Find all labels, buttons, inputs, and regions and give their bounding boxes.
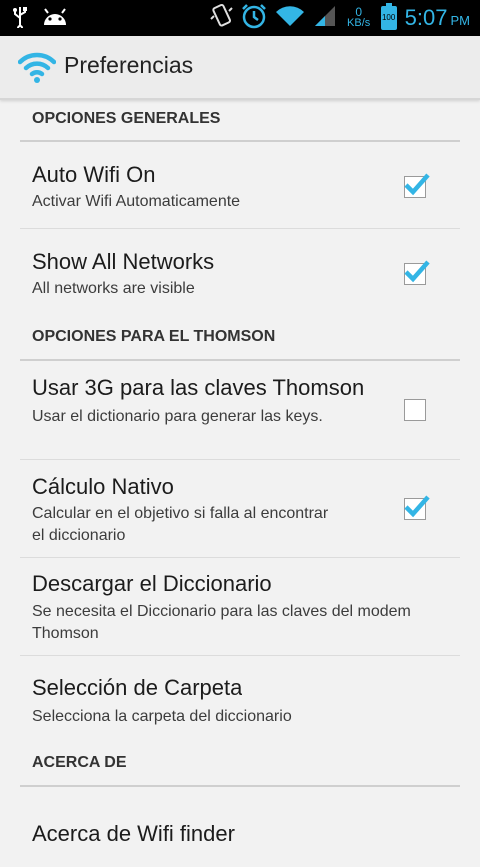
pref-calculo-nativo[interactable]: Cálculo Nativo Calcular en el objetivo s… <box>20 460 460 558</box>
category-opciones-generales: OPCIONES GENERALES <box>20 100 460 142</box>
pref-title: Show All Networks <box>32 249 215 274</box>
auto-wifi-checkbox[interactable] <box>404 173 430 198</box>
check-icon <box>404 260 430 283</box>
net-speed-unit: KB/s <box>347 17 371 29</box>
page-title: Preferencias <box>64 52 194 78</box>
preference-list: OPCIONES GENERALES Auto Wifi On Activar … <box>0 100 480 867</box>
status-time: 5:07 PM <box>405 5 470 31</box>
android-icon <box>42 7 68 32</box>
category-label: OPCIONES GENERALES <box>32 110 221 127</box>
status-time-value: 5:07 <box>404 5 448 30</box>
category-label: ACERCA DE <box>32 754 127 771</box>
status-time-ampm: PM <box>450 13 471 28</box>
pref-summary: Activar Wifi Automaticamente <box>32 193 241 210</box>
vibrate-icon <box>209 3 233 34</box>
net-speed: 0 KB/s <box>345 6 373 29</box>
usb-icon <box>12 6 28 33</box>
pref-usar-3g[interactable]: Usar 3G para las claves Thomson Usar el … <box>20 361 460 460</box>
status-bar: 0 KB/s 100 5:07 PM <box>0 0 480 36</box>
pref-acerca-wifi-finder[interactable]: Acerca de Wifi finder <box>20 787 460 867</box>
check-icon <box>404 173 430 196</box>
pref-title: Descargar el Diccionario <box>32 571 272 596</box>
wifi-icon <box>275 4 305 33</box>
pref-title: Selección de Carpeta <box>32 675 243 700</box>
pref-summary: Calcular en el objetivo si falla al enco… <box>32 505 329 544</box>
category-opciones-thomson: OPCIONES PARA EL THOMSON <box>20 316 460 361</box>
pref-descargar-diccionario[interactable]: Descargar el Diccionario Se necesita el … <box>20 558 460 656</box>
category-acerca-de: ACERCA DE <box>20 742 460 787</box>
wifi-app-icon[interactable] <box>17 50 57 84</box>
pref-summary: Usar el dictionario para generar las key… <box>32 408 323 425</box>
pref-summary: Selecciona la carpeta del diccionario <box>32 708 292 725</box>
calculo-nativo-checkbox[interactable] <box>404 495 430 520</box>
pref-auto-wifi[interactable]: Auto Wifi On Activar Wifi Automaticament… <box>20 142 460 229</box>
pref-title: Usar 3G para las claves Thomson <box>32 375 365 400</box>
usar-3g-checkbox[interactable] <box>404 399 426 421</box>
pref-title: Cálculo Nativo <box>32 474 174 499</box>
pref-summary: Se necesita el Diccionario para las clav… <box>32 603 411 642</box>
show-all-networks-checkbox[interactable] <box>404 260 430 285</box>
action-bar: Preferencias <box>0 36 480 100</box>
battery-icon: 100 <box>380 3 397 30</box>
category-label: OPCIONES PARA EL THOMSON <box>32 328 276 345</box>
pref-summary: All networks are visible <box>32 280 195 297</box>
pref-title: Auto Wifi On <box>32 162 156 187</box>
signal-icon <box>313 4 337 33</box>
pref-seleccion-carpeta[interactable]: Selección de Carpeta Selecciona la carpe… <box>20 656 460 742</box>
battery-level: 100 <box>381 13 396 22</box>
alarm-icon <box>241 3 267 34</box>
check-icon <box>404 495 430 518</box>
pref-show-all-networks[interactable]: Show All Networks All networks are visib… <box>20 229 460 316</box>
pref-title: Acerca de Wifi finder <box>32 821 235 846</box>
